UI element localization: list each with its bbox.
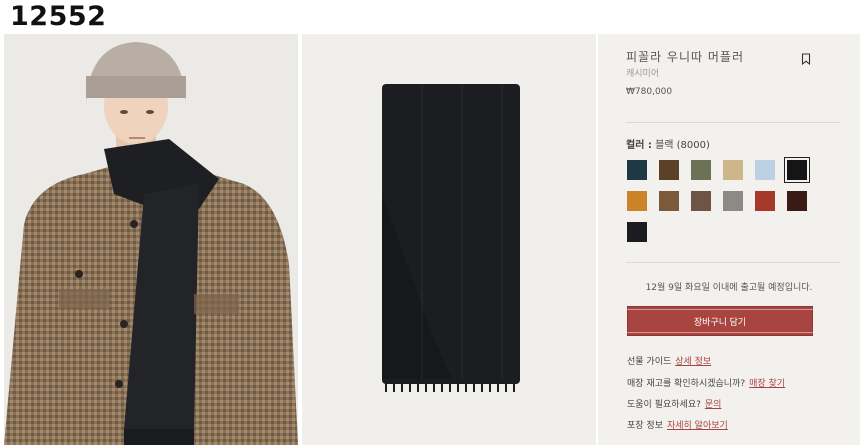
product-title: 피꼴라 우니따 머플러 [626, 50, 744, 64]
bookmark-icon[interactable] [801, 50, 811, 66]
color-swatch-brown[interactable] [659, 160, 679, 180]
color-swatch-red[interactable] [755, 191, 775, 211]
store-stock-label: 매장 재고를 확인하시겠습니까? [627, 379, 746, 389]
product-price: ₩780,000 [626, 87, 673, 97]
color-swatch-sand[interactable] [723, 160, 743, 180]
help-label: 도움이 필요하세요? [627, 400, 701, 410]
packaging-details-link[interactable]: 자세히 알아보기 [667, 421, 728, 431]
product-photo [302, 34, 596, 445]
product-material: 캐시미어 [626, 69, 660, 79]
divider [626, 262, 840, 263]
color-swatch-ochre[interactable] [627, 191, 647, 211]
packaging-label: 포장 정보 [627, 421, 663, 431]
contact-link[interactable]: 문의 [705, 400, 722, 410]
product-info-panel: 피꼴라 우니따 머플러 캐시미어 ₩780,000 컬러 : 블랙 (8000)… [598, 34, 860, 445]
color-label-prefix: 컬러 : [626, 140, 652, 151]
find-store-link[interactable]: 매장 찾기 [749, 379, 785, 389]
color-swatch-mocha[interactable] [691, 191, 711, 211]
model-photo [4, 34, 298, 445]
color-label-value: 블랙 (8000) [655, 140, 710, 151]
gift-guide-label: 선물 가이드 [627, 357, 672, 367]
help-row: 도움이 필요하세요? 문의 [627, 397, 721, 410]
color-swatch-olive[interactable] [691, 160, 711, 180]
color-swatch-dark-burgundy[interactable] [787, 191, 807, 211]
color-swatch-grey[interactable] [723, 191, 743, 211]
store-stock-row: 매장 재고를 확인하시겠습니까? 매장 찾기 [627, 376, 785, 389]
color-swatch-camel[interactable] [659, 191, 679, 211]
gift-guide-link[interactable]: 상세 정보 [675, 357, 711, 367]
color-label: 컬러 : 블랙 (8000) [626, 136, 710, 151]
gift-guide-row: 선물 가이드 상세 정보 [627, 354, 711, 367]
color-swatch-black[interactable] [784, 157, 810, 183]
color-swatch-charcoal[interactable] [627, 222, 647, 242]
page-id-label: 12552 [10, 1, 107, 32]
packaging-row: 포장 정보 자세히 알아보기 [627, 418, 728, 431]
shipping-note: 12월 9일 화요일 이내에 출고될 예정입니다. [645, 283, 813, 293]
color-swatch-light-blue[interactable] [755, 160, 775, 180]
divider [626, 122, 840, 123]
add-to-cart-button[interactable]: 장바구니 담기 [627, 306, 813, 336]
color-swatch-dark-teal[interactable] [627, 160, 647, 180]
